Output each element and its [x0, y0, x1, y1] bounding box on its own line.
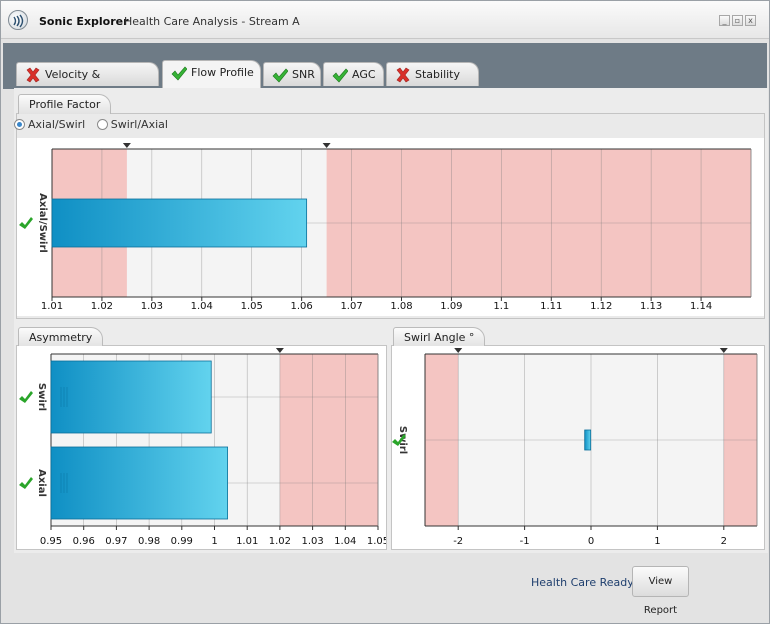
pass-check-icon — [171, 66, 187, 81]
close-button[interactable]: x — [745, 15, 756, 26]
x-tick-label: 1.01 — [41, 301, 63, 312]
tab-label: SNR — [292, 68, 315, 81]
tab-velocity-performance[interactable]: Velocity & Performance — [16, 62, 159, 104]
tab-label: Flow Profile — [191, 66, 254, 79]
limit-marker-icon — [122, 143, 131, 148]
x-tick-label: 1 — [654, 536, 660, 547]
category-label: Swirl — [36, 383, 47, 411]
x-tick-label: 2 — [721, 536, 727, 547]
category-label: Axial/Swirl — [37, 193, 48, 253]
data-bar — [51, 198, 308, 248]
x-tick-label: 0.97 — [105, 536, 127, 547]
pass-check-icon — [19, 391, 33, 403]
x-tick-label: 1.02 — [91, 301, 113, 312]
x-tick-label: 1.05 — [367, 536, 386, 547]
asymmetry-tab[interactable]: Asymmetry — [18, 327, 104, 347]
swirl-axial-label: Swirl/Axial — [110, 118, 168, 131]
x-tick-label: 1 — [211, 536, 217, 547]
x-tick-label: 0.99 — [171, 536, 193, 547]
tab-stability[interactable]: Stability — [386, 62, 479, 86]
pass-check-icon — [19, 217, 33, 229]
category-label: Axial — [36, 469, 47, 497]
tab-agc[interactable]: AGC — [323, 62, 384, 86]
tab-snr[interactable]: SNR — [263, 62, 321, 86]
tab-label: AGC — [352, 68, 376, 81]
x-tick-label: 1.1 — [493, 301, 509, 312]
x-tick-label: 0 — [588, 536, 594, 547]
app-logo-icon — [8, 10, 28, 30]
app-window: Sonic Explorer Health Care Analysis - St… — [0, 0, 770, 624]
x-tick-label: 1.12 — [590, 301, 612, 312]
x-tick-label: 1.11 — [540, 301, 562, 312]
title-bar: Sonic Explorer Health Care Analysis - St… — [1, 1, 769, 39]
restore-button[interactable]: ▫ — [732, 15, 743, 26]
x-tick-label: 1.13 — [640, 301, 662, 312]
x-tick-label: 1.04 — [334, 536, 356, 547]
fail-x-icon — [396, 67, 410, 83]
window-title: Health Care Analysis - Stream A — [124, 15, 300, 28]
radio-unchecked-icon — [96, 119, 108, 130]
x-tick-label: 0.95 — [40, 536, 62, 547]
swirl-axial-radio[interactable]: Swirl/Axial — [96, 118, 168, 131]
x-tick-label: 1.06 — [291, 301, 313, 312]
x-tick-label: 1.05 — [241, 301, 263, 312]
profile-factor-title: Profile Factor — [29, 98, 101, 111]
swirl-angle-chart: -2-1012Swirl — [392, 348, 758, 547]
alarm-band — [279, 354, 378, 526]
pass-check-icon — [272, 68, 288, 83]
x-tick-label: 1.07 — [340, 301, 362, 312]
minimize-button[interactable]: _ — [719, 15, 730, 26]
x-tick-label: 1.04 — [191, 301, 213, 312]
pass-check-icon — [19, 477, 33, 489]
data-bar — [50, 446, 228, 520]
limit-marker-icon — [719, 348, 728, 353]
x-tick-label: -1 — [520, 536, 530, 547]
limit-marker-icon — [454, 348, 463, 353]
data-bar — [50, 360, 212, 434]
data-bar — [584, 429, 592, 451]
fail-x-icon — [26, 67, 40, 83]
limit-marker-icon — [275, 348, 284, 353]
axial-swirl-label: Axial/Swirl — [28, 118, 86, 131]
asymmetry-chart: 0.95 0.96 0.97 0.98 0.99 1 1.01 1.02 1.03 1.04 1.0… — [19, 348, 386, 547]
x-tick-label: 1.02 — [269, 536, 291, 547]
x-tick-label: 1.14 — [690, 301, 712, 312]
asymmetry-title: Asymmetry — [29, 331, 93, 344]
x-tick-label: -2 — [453, 536, 463, 547]
pass-check-icon — [332, 68, 348, 83]
tab-label: Stability — [415, 68, 461, 81]
profile-factor-tab[interactable]: Profile Factor — [18, 94, 112, 114]
limit-marker-icon — [322, 143, 331, 148]
view-report-button[interactable]: View Report — [632, 566, 689, 616]
ratio-selector: Axial/Swirl Swirl/Axial — [14, 118, 168, 136]
axial-swirl-radio[interactable]: Axial/Swirl — [14, 118, 85, 131]
app-name: Sonic Explorer — [39, 15, 129, 28]
x-tick-label: 1.03 — [301, 536, 323, 547]
x-tick-label: 1.03 — [141, 301, 163, 312]
x-tick-label: 0.98 — [138, 536, 160, 547]
radio-checked-icon — [14, 119, 25, 130]
swirl-angle-title: Swirl Angle ° — [404, 331, 475, 344]
status-text: Health Care Ready — [531, 576, 634, 589]
x-tick-label: 1.08 — [390, 301, 412, 312]
profile-factor-chart: 1.01 1.02 1.03 1.04 1.05 1.06 1.07 1.08 1.09 1.1 1… — [19, 143, 752, 312]
x-tick-label: 0.96 — [73, 536, 95, 547]
x-tick-label: 1.01 — [236, 536, 258, 547]
tab-flow-profile[interactable]: Flow Profile — [162, 60, 261, 88]
swirl-angle-tab[interactable]: Swirl Angle ° — [393, 327, 486, 347]
x-tick-label: 1.09 — [440, 301, 462, 312]
